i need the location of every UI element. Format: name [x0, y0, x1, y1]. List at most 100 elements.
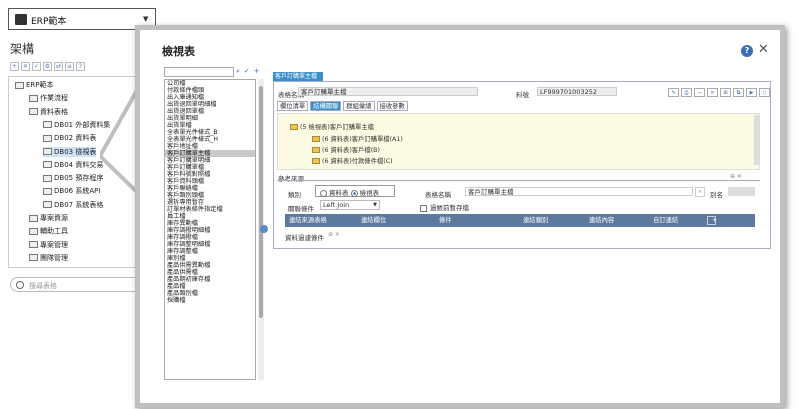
search-input[interactable]: 搜尋表格	[10, 277, 150, 292]
list-item[interactable]: 產品供需異動檔	[165, 262, 255, 269]
radio-table-label: 資料表	[329, 189, 349, 197]
tree-tool-button[interactable]: ✕	[21, 62, 30, 71]
list-search-input[interactable]	[164, 67, 234, 77]
table-icon	[43, 161, 52, 169]
folder-icon	[29, 227, 38, 235]
toolbar-icon[interactable]: ⎙	[681, 88, 692, 97]
toolbar-icon[interactable]: ✕	[707, 88, 718, 97]
toolbar-icon[interactable]: —	[694, 88, 705, 97]
radio-view[interactable]: 檢視表	[350, 189, 380, 197]
list-item[interactable]: 出貨單明細	[165, 115, 255, 122]
list-item[interactable]: 產品類別檔	[165, 290, 255, 297]
list-item[interactable]: 全表單光件樣式_B	[165, 129, 255, 136]
list-item[interactable]: 庫存調整檔	[165, 248, 255, 255]
project-select[interactable]: ERP範本 ▼	[8, 8, 156, 30]
posting-temp-checkbox[interactable]: 過帳前暫存檔	[420, 202, 469, 212]
list-item[interactable]: 出貨退回單檔	[165, 108, 255, 115]
add-icon[interactable]: +	[254, 67, 260, 76]
filter-buttons[interactable]: ⊕ ✕	[328, 231, 340, 238]
tree-tool-button[interactable]: ✓	[32, 62, 41, 71]
grid-header-cell: 連結類別	[523, 217, 549, 224]
tree-item[interactable]: DB04 資料交易	[43, 160, 103, 170]
tree-item[interactable]: DB06 系統API	[43, 186, 100, 196]
subtab[interactable]: 欄位清單	[277, 101, 309, 111]
link-select[interactable]: Left Join ▼	[320, 200, 380, 210]
tree-child[interactable]: (6 資料表)客戶訂購單檔(A1)	[312, 134, 403, 143]
list-item[interactable]: 庫存調撥檔	[165, 234, 255, 241]
add-icon[interactable]: +	[707, 216, 717, 225]
list-scrollbar-thumb[interactable]	[259, 86, 263, 318]
subtab[interactable]: 群組彙總	[343, 101, 375, 111]
list-item[interactable]: 客戶訂購單檔	[165, 164, 255, 171]
list-item[interactable]: 庫存調撥明細檔	[165, 227, 255, 234]
list-item[interactable]: 全表單光件樣式_H	[165, 136, 255, 143]
list-item[interactable]: 產品供需檔	[165, 269, 255, 276]
view-table-list[interactable]: 公司檔 付款條件檔頭 出入庫通知檔 出貨退回單明細檔 出貨退回單檔 出貨單明細 出貨單檔 全表…	[164, 79, 256, 380]
list-item[interactable]: 訂單材表條件指定檔	[165, 206, 255, 213]
toolbar-icon[interactable]: ⧉	[733, 88, 744, 97]
tree-root[interactable]: (5 檢視表)客戶訂購單主檔	[290, 122, 374, 131]
toolbar-icon[interactable]: ⊞	[720, 88, 731, 97]
tree-item[interactable]: 作業流程	[29, 93, 68, 103]
list-item[interactable]: 採購檔	[165, 297, 255, 304]
tree-item[interactable]: 專案管理	[29, 240, 68, 250]
tree-item[interactable]: DB07 系統表格	[43, 200, 103, 210]
list-item[interactable]: 出入庫通知檔	[165, 94, 255, 101]
tree-tool-button[interactable]: +	[10, 62, 19, 71]
toolbar-icon[interactable]: ▯	[759, 88, 770, 97]
close-icon[interactable]: ✕	[758, 42, 769, 57]
subtab[interactable]: 接收參數	[376, 101, 408, 111]
table-name-field[interactable]: 客戶訂購單主檔	[298, 87, 478, 96]
ref-source-buttons[interactable]: ⊕ ✕	[730, 173, 742, 180]
list-item[interactable]: 客戶料號對照檔	[165, 171, 255, 178]
tree-item[interactable]: 團隊管理	[29, 253, 68, 263]
tree-item[interactable]: 資料表格	[29, 107, 68, 117]
list-item[interactable]: 產品期初庫存檔	[165, 276, 255, 283]
list-item[interactable]: 出貨退回單明細檔	[165, 101, 255, 108]
collapse-handle[interactable]	[260, 225, 268, 233]
list-item[interactable]: 庫存異動檔	[165, 220, 255, 227]
search-icon[interactable]: ⌕	[236, 67, 240, 76]
alias-field[interactable]	[728, 187, 755, 196]
list-item[interactable]: 客戶訂購單主檔	[165, 150, 255, 157]
tree-child[interactable]: (6 資料表)客戶檔(B)	[312, 145, 380, 154]
list-item[interactable]: 客戶類別頭檔	[165, 192, 255, 199]
detail-tab[interactable]: 客戶訂購單主檔	[273, 72, 323, 81]
list-item[interactable]: 庫存調整明細檔	[165, 241, 255, 248]
tree-child[interactable]: (6 資料表)付款條件檔(C)	[312, 156, 393, 165]
subtab[interactable]: 結構關聯	[310, 101, 342, 111]
toolbar-icon[interactable]: ✎	[668, 88, 679, 97]
table-name2-field[interactable]: 客戶訂購單主檔	[465, 187, 693, 196]
tree-tool-button[interactable]: ≡	[65, 62, 74, 71]
structure-scrollbar[interactable]	[754, 115, 759, 165]
tree-item[interactable]: DB05 預存程序	[43, 173, 103, 183]
category-label: 類別	[288, 191, 301, 199]
list-item[interactable]: 客戶訂購單明細	[165, 157, 255, 164]
tree-item[interactable]: DB02 資料表	[43, 133, 96, 143]
radio-table[interactable]: 資料表	[320, 189, 349, 197]
list-item[interactable]: 公司檔	[165, 80, 255, 87]
help-icon[interactable]: ?	[741, 45, 753, 57]
list-item[interactable]: 產品檔	[165, 283, 255, 290]
list-item[interactable]: 選拆專用暫存	[165, 199, 255, 206]
tree-tool-button[interactable]: ?	[76, 62, 85, 71]
list-item[interactable]: 付款條件檔頭	[165, 87, 255, 94]
tree-item[interactable]: ERP範本	[15, 80, 54, 90]
list-item[interactable]: 庫別檔	[165, 255, 255, 262]
toolbar-icon[interactable]: ▶	[746, 88, 757, 97]
list-item[interactable]: 客戶資料頭檔	[165, 178, 255, 185]
list-item[interactable]: 員工檔	[165, 213, 255, 220]
list-item[interactable]: 客戶地址檔	[165, 143, 255, 150]
tree-tool-button[interactable]: ⚙	[43, 62, 52, 71]
tree-item[interactable]: 專案資源	[29, 213, 68, 223]
lookup-icon[interactable]: ⌕	[695, 187, 705, 197]
tree-item-label: 專案資源	[40, 214, 68, 222]
list-item[interactable]: 出貨單檔	[165, 122, 255, 129]
list-item[interactable]: 客戶聯絡檔	[165, 185, 255, 192]
number-field[interactable]: LF999701003252	[537, 87, 617, 96]
radio-view-label: 檢視表	[359, 189, 380, 197]
tree-item[interactable]: 輔助工具	[29, 226, 68, 236]
tree-item[interactable]: DB03 檢視表	[43, 146, 97, 157]
tree-tool-button[interactable]: ⇄	[54, 62, 63, 71]
check-icon[interactable]: ✓	[244, 67, 250, 76]
